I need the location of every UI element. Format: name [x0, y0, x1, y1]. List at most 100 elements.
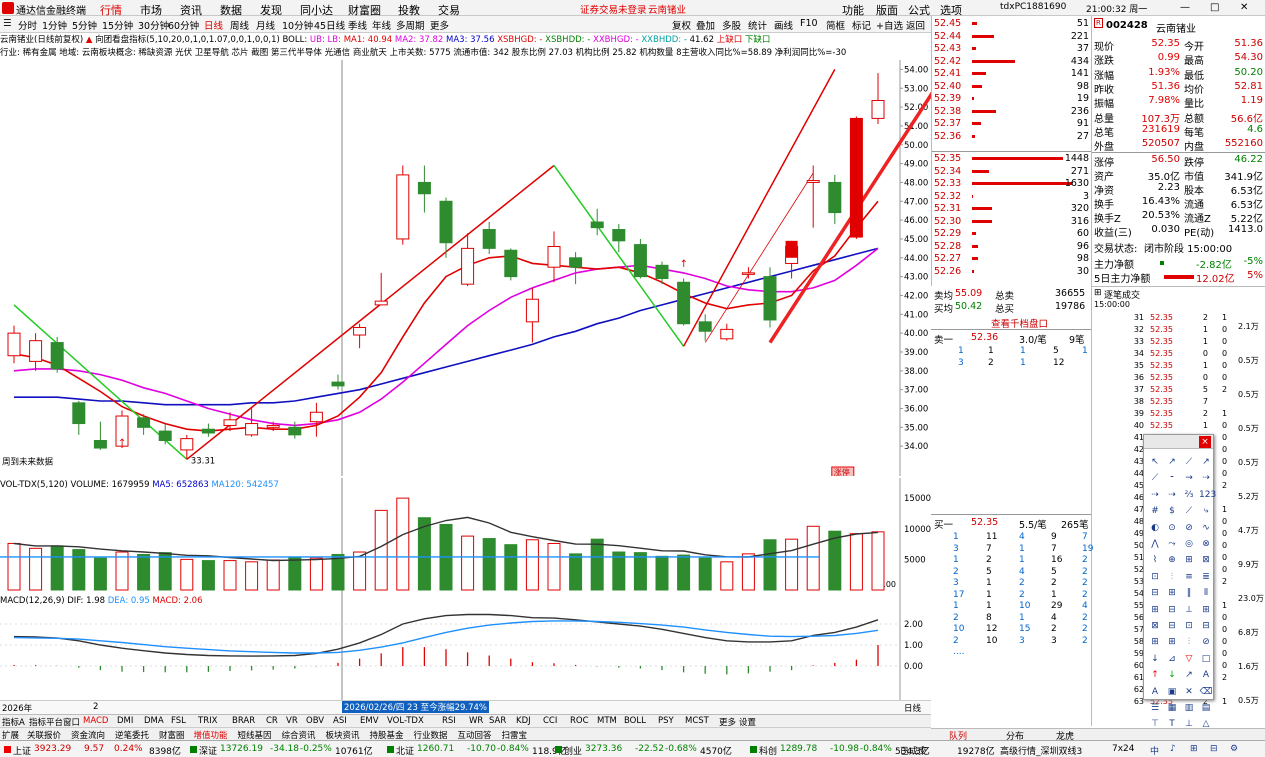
macd-pane[interactable]: MACD(12,26,9) DIF: 1.98 DEA: 0.95 MACD: …: [0, 594, 931, 700]
period-8[interactable]: 月线: [256, 18, 275, 32]
big-up-candle[interactable]: [850, 118, 863, 238]
candle-body[interactable]: [482, 229, 496, 249]
draw-tool-icon[interactable]: ⇢: [1199, 471, 1213, 485]
draw-tool-icon[interactable]: ⫶: [1165, 570, 1179, 584]
candle-body[interactable]: [374, 300, 388, 306]
draw-tool-icon[interactable]: ⊙: [1165, 521, 1179, 535]
period-tool-5[interactable]: F10: [800, 18, 818, 29]
bottom-tab-8[interactable]: BRAR: [232, 716, 255, 726]
draw-tool-icon[interactable]: ⊿: [1165, 652, 1179, 666]
bottom-tab-3[interactable]: MACD: [83, 716, 108, 726]
draw-tool-icon[interactable]: ⊟: [1165, 619, 1179, 633]
candle-body[interactable]: [180, 438, 194, 451]
draw-tool-icon[interactable]: ↓: [1148, 652, 1162, 666]
candle-body[interactable]: [137, 417, 151, 428]
tray-icon[interactable]: 中: [1150, 744, 1159, 757]
draw-tool-icon[interactable]: ✕: [1182, 685, 1196, 699]
stock-name[interactable]: 云南锗业: [1156, 20, 1196, 35]
candle-body[interactable]: [417, 181, 431, 195]
maximize-button[interactable]: □: [1210, 2, 1219, 13]
draw-tool-icon[interactable]: ↗: [1199, 455, 1213, 469]
draw-tool-icon[interactable]: ▦: [1165, 701, 1179, 715]
red-candle-fill[interactable]: [785, 240, 798, 258]
draw-tool-icon[interactable]: □: [1199, 652, 1213, 666]
candle-body[interactable]: [309, 411, 323, 423]
period-10[interactable]: 45日线: [314, 18, 345, 32]
period-4[interactable]: 30分钟: [138, 18, 169, 32]
period-menu-icon[interactable]: ☰: [3, 18, 12, 29]
candle-body[interactable]: [677, 281, 691, 325]
close-button[interactable]: ✕: [1240, 2, 1248, 13]
candle-body[interactable]: [158, 430, 172, 442]
draw-tool-icon[interactable]: ≡: [1182, 570, 1196, 584]
candle-body[interactable]: [547, 245, 561, 268]
tray-icon[interactable]: ♪: [1170, 744, 1176, 754]
bottom-tab-22[interactable]: BOLL: [624, 716, 646, 726]
period-tool-1[interactable]: 叠加: [696, 18, 715, 32]
candle-body[interactable]: [201, 428, 215, 434]
candle-body[interactable]: [590, 221, 604, 229]
draw-tool-icon[interactable]: ⟋: [1148, 471, 1162, 485]
draw-tool-icon[interactable]: ⊟: [1199, 619, 1213, 633]
period-9[interactable]: 10分钟: [282, 18, 313, 32]
date-tab[interactable]: 日线: [904, 702, 921, 714]
candle-body[interactable]: [461, 247, 475, 285]
bottom-tab-10[interactable]: VR: [286, 716, 298, 726]
candle-body[interactable]: [353, 326, 367, 336]
candle-body[interactable]: [655, 264, 669, 280]
drawing-toolbar[interactable]: × ↖ ↗ ⟋ ↗ ⟋ ⁃ → ⇢ ⇢ ⇢ ⅔ 123 # $ ⟋ ⤷ ◐ ⊙ ⊘ ∿ ⋀ ⤳ ◎ ⊗ ⌇ ⊕ ⊞ ⊠ ⊡ ⫶ ≡ ≣ ⊟ ⊞ ‖ ⫴…: [1143, 434, 1216, 729]
draw-tool-icon[interactable]: ↑: [1148, 668, 1162, 682]
candle-body[interactable]: [612, 229, 626, 242]
candle-body[interactable]: [266, 424, 280, 428]
draw-tool-icon[interactable]: ⊟: [1165, 603, 1179, 617]
bottom-tab-23[interactable]: PSY: [658, 716, 674, 726]
period-3[interactable]: 15分钟: [102, 18, 133, 32]
bottom-tab-7[interactable]: TRIX: [198, 716, 217, 726]
candle-body[interactable]: [72, 402, 86, 425]
close-icon[interactable]: ×: [1199, 436, 1211, 448]
bottom-tab-18[interactable]: KDJ: [516, 716, 531, 726]
candle-body[interactable]: [720, 328, 734, 340]
tray-icon[interactable]: ⊞: [1190, 744, 1198, 754]
draw-tool-icon[interactable]: ⊞: [1199, 603, 1213, 617]
draw-tool-icon[interactable]: ⟋: [1182, 455, 1196, 469]
bottom-tab-11[interactable]: OBV: [306, 716, 324, 726]
bottom-tab-5[interactable]: DMA: [144, 716, 164, 726]
candle-body[interactable]: [828, 181, 842, 214]
bottom-tab-21[interactable]: MTM: [597, 716, 617, 726]
index-name[interactable]: 深证: [199, 744, 217, 757]
bottom-tab-19[interactable]: CCI: [543, 716, 557, 726]
candle-body[interactable]: [93, 440, 107, 449]
draw-tool-icon[interactable]: ↗: [1165, 455, 1179, 469]
draw-tool-icon[interactable]: $: [1165, 504, 1179, 518]
draw-tool-icon[interactable]: ⤳: [1165, 537, 1179, 551]
candle-body[interactable]: [871, 100, 885, 119]
index-name[interactable]: 北证: [396, 744, 414, 757]
tray-icon[interactable]: ⊟: [1210, 744, 1218, 754]
period-13[interactable]: 多周期: [396, 18, 425, 32]
bottom-tab-16[interactable]: WR: [469, 716, 483, 726]
candle-body[interactable]: [698, 321, 712, 332]
draw-tool-icon[interactable]: ⟂: [1182, 603, 1196, 617]
volume-pane[interactable]: VOL-TDX(5,120) VOLUME: 1679959 MA5: 6528…: [0, 478, 931, 594]
period-1[interactable]: 1分钟: [42, 18, 67, 32]
index-name[interactable]: 上证: [13, 744, 31, 757]
bottom-tab-12[interactable]: ASI: [333, 716, 347, 726]
draw-tool-icon[interactable]: ⊕: [1165, 553, 1179, 567]
bottom-tab-6[interactable]: FSL: [171, 716, 186, 726]
draw-tool-icon[interactable]: ⊠: [1148, 619, 1162, 633]
draw-tool-icon[interactable]: ⊞: [1165, 635, 1179, 649]
minimize-button[interactable]: —: [1180, 2, 1190, 13]
draw-tool-icon[interactable]: →: [1182, 471, 1196, 485]
draw-tool-icon[interactable]: ⊞: [1182, 553, 1196, 567]
draw-tool-icon[interactable]: ⟋: [1182, 504, 1196, 518]
draw-tool-icon[interactable]: A: [1199, 668, 1213, 682]
draw-tool-icon[interactable]: ⊠: [1199, 553, 1213, 567]
candle-body[interactable]: [331, 381, 345, 387]
draw-tool-icon[interactable]: ⊞: [1148, 603, 1162, 617]
draw-tool-icon[interactable]: ⌇: [1148, 553, 1162, 567]
draw-tool-icon[interactable]: ⇢: [1165, 488, 1179, 502]
period-7[interactable]: 周线: [230, 18, 249, 32]
draw-tool-icon[interactable]: ∿: [1199, 521, 1213, 535]
candle-body[interactable]: [396, 174, 410, 240]
